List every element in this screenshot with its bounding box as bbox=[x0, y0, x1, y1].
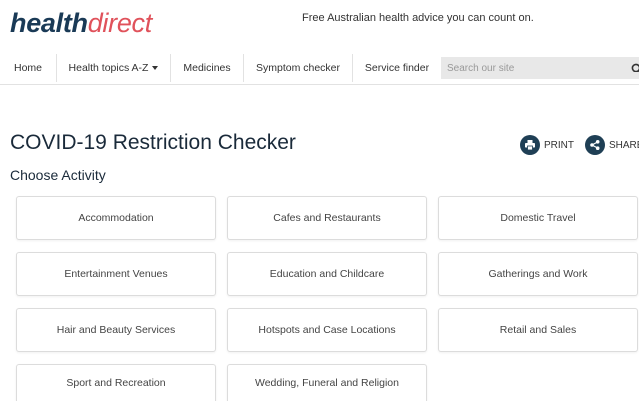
activity-retail-sales[interactable]: Retail and Sales bbox=[438, 308, 638, 352]
search-input[interactable] bbox=[441, 57, 639, 79]
share-icon bbox=[585, 135, 605, 155]
nav-health-topics-label: Health topics A-Z bbox=[68, 62, 149, 74]
printer-icon bbox=[520, 135, 540, 155]
nav-symptom-checker-label: Symptom checker bbox=[255, 62, 341, 74]
activity-education-childcare[interactable]: Education and Childcare bbox=[227, 252, 427, 296]
activity-sport-recreation[interactable]: Sport and Recreation bbox=[16, 364, 216, 401]
activity-gatherings-work[interactable]: Gatherings and Work bbox=[438, 252, 638, 296]
nav-home-label: Home bbox=[13, 62, 42, 74]
print-label: PRINT bbox=[544, 139, 574, 151]
activity-entertainment-venues[interactable]: Entertainment Venues bbox=[16, 252, 216, 296]
share-label: SHARE bbox=[609, 139, 639, 151]
activity-hotspots-case-locations[interactable]: Hotspots and Case Locations bbox=[227, 308, 427, 352]
search-icon-svg bbox=[631, 63, 639, 72]
healthdirect-logo[interactable]: healthdirect bbox=[10, 8, 152, 39]
site-header: healthdirect Free Australian health advi… bbox=[0, 0, 639, 52]
nav-health-topics[interactable]: Health topics A-Z bbox=[57, 56, 170, 80]
nav-medicines-label: Medicines bbox=[183, 62, 231, 74]
share-button[interactable]: SHARE bbox=[585, 134, 639, 156]
nav-home[interactable]: Home bbox=[0, 56, 56, 80]
activity-hair-beauty[interactable]: Hair and Beauty Services bbox=[16, 308, 216, 352]
logo-health-text: health bbox=[10, 8, 88, 38]
logo-direct-text: direct bbox=[87, 8, 153, 38]
activity-cafes-restaurants[interactable]: Cafes and Restaurants bbox=[227, 196, 427, 240]
activity-wedding-funeral-religion[interactable]: Wedding, Funeral and Religion bbox=[227, 364, 427, 401]
activity-accommodation[interactable]: Accommodation bbox=[16, 196, 216, 240]
nav-symptom-checker[interactable]: Symptom checker bbox=[244, 56, 352, 80]
page-title: COVID-19 Restriction Checker bbox=[10, 131, 296, 154]
caret-down-icon bbox=[152, 66, 159, 71]
nav-service-finder[interactable]: Service finder bbox=[353, 56, 441, 80]
nav-medicines[interactable]: Medicines bbox=[171, 56, 243, 80]
print-button[interactable]: PRINT bbox=[520, 134, 574, 156]
activity-domestic-travel[interactable]: Domestic Travel bbox=[438, 196, 638, 240]
nav-service-finder-label: Service finder bbox=[364, 62, 430, 74]
tagline: Free Australian health advice you can co… bbox=[302, 12, 534, 24]
main-nav: Home Health topics A-Z Medicines Symptom… bbox=[0, 52, 639, 85]
search-icon[interactable] bbox=[631, 62, 639, 72]
choose-activity-heading: Choose Activity bbox=[10, 167, 106, 183]
